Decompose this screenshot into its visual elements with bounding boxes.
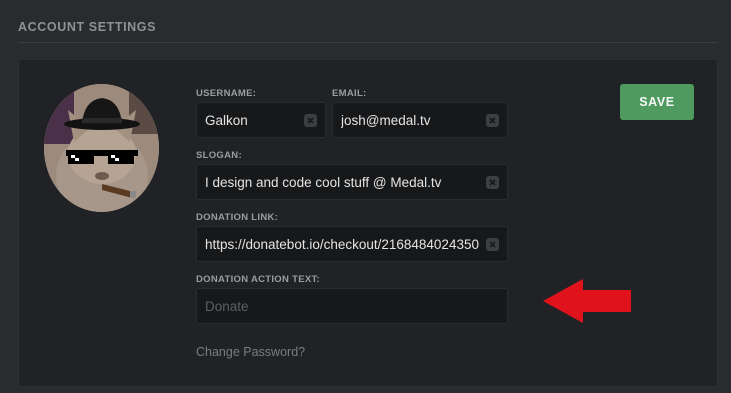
donation-action-input[interactable]	[205, 298, 481, 314]
red-arrow-icon	[543, 279, 631, 323]
donation-link-clear-button[interactable]	[486, 238, 499, 251]
close-icon	[307, 117, 314, 124]
donation-link-input[interactable]	[205, 236, 481, 252]
slogan-clear-button[interactable]	[486, 176, 499, 189]
slogan-input[interactable]	[205, 174, 481, 190]
save-button[interactable]: SAVE	[620, 84, 694, 120]
avatar[interactable]	[44, 84, 159, 212]
slogan-field	[196, 164, 508, 200]
account-settings-card: USERNAME: EMAIL: SLOGAN: DONATION LINK: …	[18, 59, 718, 387]
username-field	[196, 102, 326, 138]
username-label: USERNAME:	[196, 88, 257, 99]
donation-action-label: DONATION ACTION TEXT:	[196, 274, 320, 285]
email-input[interactable]	[341, 112, 481, 128]
slogan-label: SLOGAN:	[196, 150, 242, 161]
close-icon	[489, 241, 496, 248]
close-icon	[489, 179, 496, 186]
username-input[interactable]	[205, 112, 299, 128]
email-clear-button[interactable]	[486, 114, 499, 127]
donation-link-label: DONATION LINK:	[196, 212, 279, 223]
donation-action-field	[196, 288, 508, 324]
donation-link-field	[196, 226, 508, 262]
close-icon	[489, 117, 496, 124]
username-clear-button[interactable]	[304, 114, 317, 127]
change-password-link[interactable]: Change Password?	[196, 345, 305, 359]
section-divider	[18, 42, 718, 43]
cat-avatar-image	[44, 84, 159, 212]
section-title: ACCOUNT SETTINGS	[18, 20, 157, 34]
email-field	[332, 102, 508, 138]
email-label: EMAIL:	[332, 88, 367, 99]
